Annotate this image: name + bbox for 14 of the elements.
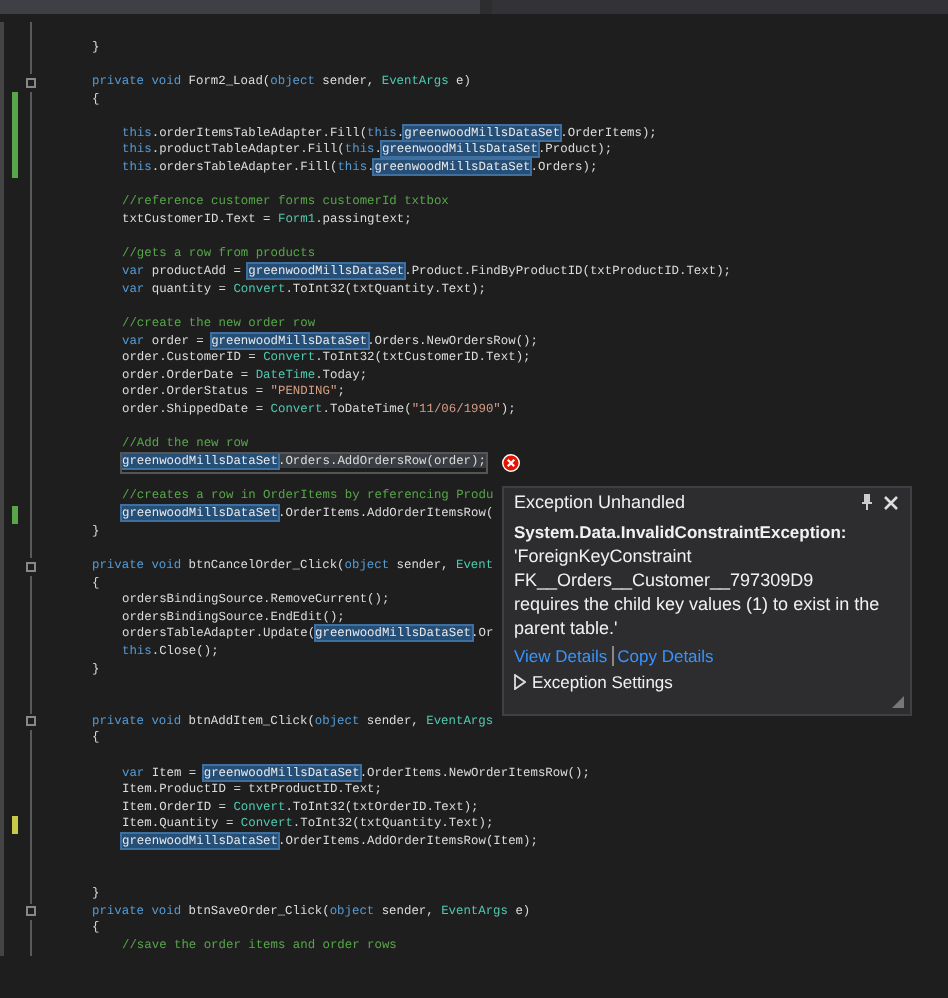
exception-message: 'ForeignKeyConstraint FK__Orders__Customer__797309D9 requires the child key values (1) to exist in the parent table.' (514, 544, 882, 640)
popup-title: Exception Unhandled (514, 492, 688, 512)
collapse-icon[interactable] (26, 906, 36, 917)
details-link[interactable]: View Details (514, 646, 608, 666)
resize-grip-icon[interactable] (892, 696, 904, 708)
exception-type: System.Data.InvalidConstraintException: (514, 520, 849, 544)
expand-icon[interactable] (514, 674, 526, 690)
pin-icon[interactable] (862, 494, 872, 510)
collapse-icon[interactable] (26, 77, 36, 88)
close-icon[interactable] (884, 495, 898, 509)
collapse-icon[interactable] (26, 561, 36, 572)
collapse-icon[interactable] (26, 716, 36, 727)
exception-settings-toggle[interactable]: Exception Settings (532, 672, 673, 692)
details-link[interactable]: Copy Details (617, 646, 714, 666)
